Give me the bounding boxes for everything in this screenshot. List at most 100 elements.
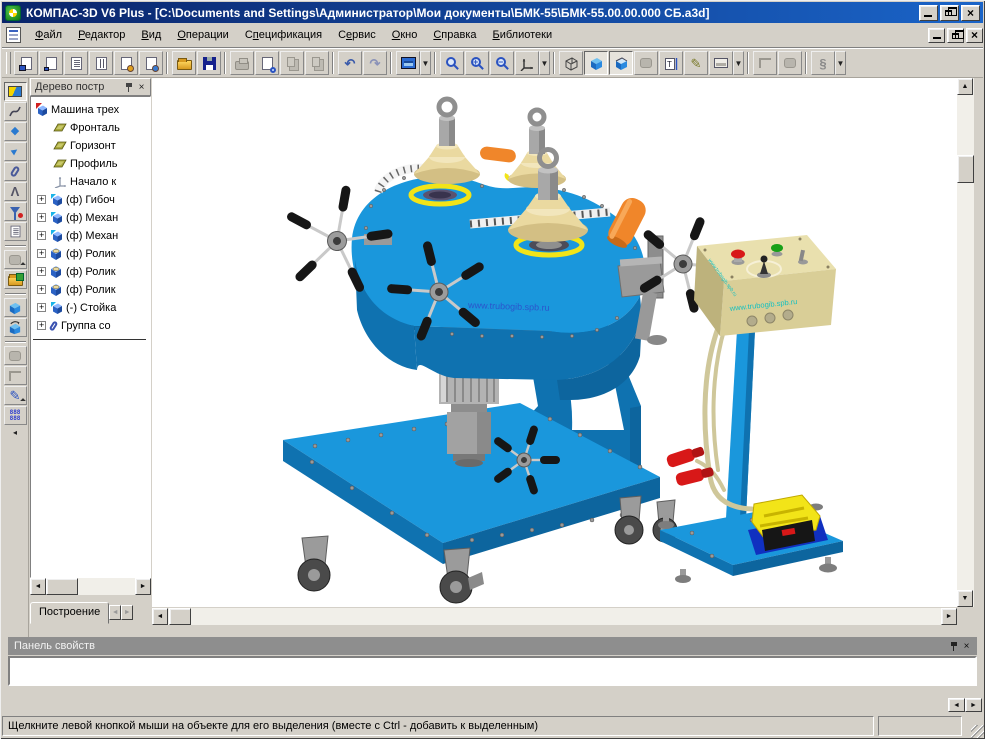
expand-icon[interactable] [37,213,46,222]
title-bar[interactable]: КОМПАС-3D V6 Plus - [C:\Documents and Se… [2,2,983,23]
tree-item-assembly[interactable]: (ф) Гибоч [37,191,115,208]
tab-scroll-left-button[interactable]: ◄ [109,605,121,620]
expand-icon[interactable] [37,321,46,330]
tree-item-plane-horizontal[interactable]: Горизонт [53,137,116,154]
scroll-thumb[interactable] [46,578,78,595]
tree-item-plane-frontal[interactable]: Фронталь [53,119,120,136]
undo-button[interactable]: ↶ [338,51,362,75]
section-b-button[interactable] [778,51,802,75]
orientation-dropdown[interactable]: ▼ [539,51,550,75]
edit-part-button[interactable] [4,82,27,101]
expand-icon[interactable] [37,249,46,258]
tab-construction[interactable]: Построение [30,602,109,624]
orientation-button[interactable] [515,51,539,75]
expand-icon[interactable] [37,195,46,204]
tree-item-part[interactable]: (ф) Ролик [37,245,116,262]
scroll-left-button[interactable]: ◄ [30,578,46,595]
caster-wheel[interactable] [440,548,484,603]
paste-button[interactable] [305,51,329,75]
specification-button[interactable] [4,222,27,241]
menu-item-edit[interactable]: Редактор [70,25,133,45]
open-button[interactable] [172,51,196,75]
control-pedestal[interactable]: www.trubogib.spb.ru www.trubogib.spb.ru [658,235,843,583]
print-preview-button[interactable] [255,51,279,75]
control-box[interactable]: www.trubogib.spb.ru www.trubogib.spb.ru [694,235,836,336]
menu-item-window[interactable]: Окно [384,25,426,45]
new-assembly-button[interactable] [139,51,163,75]
new-drawing-view-button[interactable] [709,51,733,75]
menu-item-view[interactable]: Вид [133,25,169,45]
copy-button[interactable] [280,51,304,75]
close-button[interactable]: × [961,5,980,21]
resize-grip[interactable] [971,725,984,738]
surfaces-button[interactable]: ◆ [4,122,27,141]
property-panel-body[interactable] [8,656,977,686]
tree-item-origin[interactable]: Начало к [53,173,116,190]
tree-panel-header[interactable]: Дерево постр × [30,78,151,96]
menu-item-libraries[interactable]: Библиотеки [485,25,561,45]
reports-button[interactable] [4,250,27,269]
half-shaded-button[interactable] [609,51,633,75]
expand-icon[interactable] [37,285,46,294]
tree-item-root[interactable]: Машина трех [34,101,119,118]
nav-left-button[interactable]: ◄ [948,698,965,712]
doc-minimize-button[interactable] [928,28,945,43]
expand-icon[interactable] [37,303,46,312]
measure-button[interactable]: Λ [4,182,27,201]
panel-a-button[interactable] [4,346,27,365]
tree-end-marker[interactable] [33,339,146,340]
new-text-document-button[interactable] [64,51,88,75]
document-menu-icon[interactable] [6,27,21,43]
annotate-button[interactable]: ✎ [4,386,27,405]
helix-button[interactable]: § [811,51,835,75]
spatial-curves-button[interactable] [4,102,27,121]
app-icon[interactable] [5,5,21,21]
sketch-button[interactable]: ✎ [684,51,708,75]
3d-model-machine[interactable]: www.trubogib.spb.ru [152,78,957,607]
panel-b-button[interactable] [4,366,27,385]
menu-item-help[interactable]: Справка [425,25,484,45]
machine-body[interactable]: www.trubogib.spb.ru [352,168,646,400]
tree-item-plane-profile[interactable]: Профиль [53,155,118,172]
zoom-button[interactable] [440,51,464,75]
save-button[interactable] [197,51,221,75]
auxiliary-geometry-button[interactable] [4,162,27,181]
redo-button[interactable]: ↷ [363,51,387,75]
filters-button[interactable] [4,202,27,221]
menu-item-service[interactable]: Сервис [330,25,384,45]
tree-horizontal-scrollbar[interactable]: ◄ ► [30,578,151,595]
minimize-button[interactable] [919,5,938,21]
viewport-vertical-scrollbar[interactable]: ▲ ▼ [957,78,974,607]
scroll-down-button[interactable]: ▼ [957,590,973,607]
new-specification-button[interactable] [89,51,113,75]
rotate-view-button[interactable] [4,318,27,337]
expand-icon[interactable] [37,267,46,276]
caster-wheel[interactable] [298,536,330,591]
scroll-right-button[interactable]: ► [135,578,151,595]
wireframe-button[interactable] [559,51,583,75]
new-fragment-button[interactable] [39,51,63,75]
library-button[interactable] [4,270,27,289]
direction-button[interactable]: ► [4,142,27,161]
collapse-panel-button[interactable]: ◂ [8,426,22,438]
tree-close-button[interactable]: × [135,81,148,94]
new-sheet-button[interactable] [14,51,38,75]
helix-dropdown[interactable]: ▼ [835,51,846,75]
menu-item-file[interactable]: Файл [27,25,70,45]
menu-item-specification[interactable]: Спецификация [237,25,330,45]
doc-close-button[interactable]: × [966,28,983,43]
drawing-view-dropdown[interactable]: ▼ [733,51,744,75]
hidden-lines-button[interactable] [634,51,658,75]
numbering-button[interactable] [4,406,27,425]
tree-item-part[interactable]: (ф) Ролик [37,281,116,298]
tab-scroll-right-button[interactable]: ► [121,605,133,620]
toolbar-grip[interactable] [6,52,11,74]
tree-item-part[interactable]: (ф) Ролик [37,263,116,280]
start-button[interactable] [771,244,783,257]
menu-item-operations[interactable]: Операции [169,25,236,45]
nav-right-button[interactable]: ► [965,698,982,712]
section-a-button[interactable] [753,51,777,75]
viewport-horizontal-scrollbar[interactable]: ◄ ► [152,608,957,625]
zoom-in-button[interactable]: + [465,51,489,75]
pin-button[interactable] [947,640,960,653]
